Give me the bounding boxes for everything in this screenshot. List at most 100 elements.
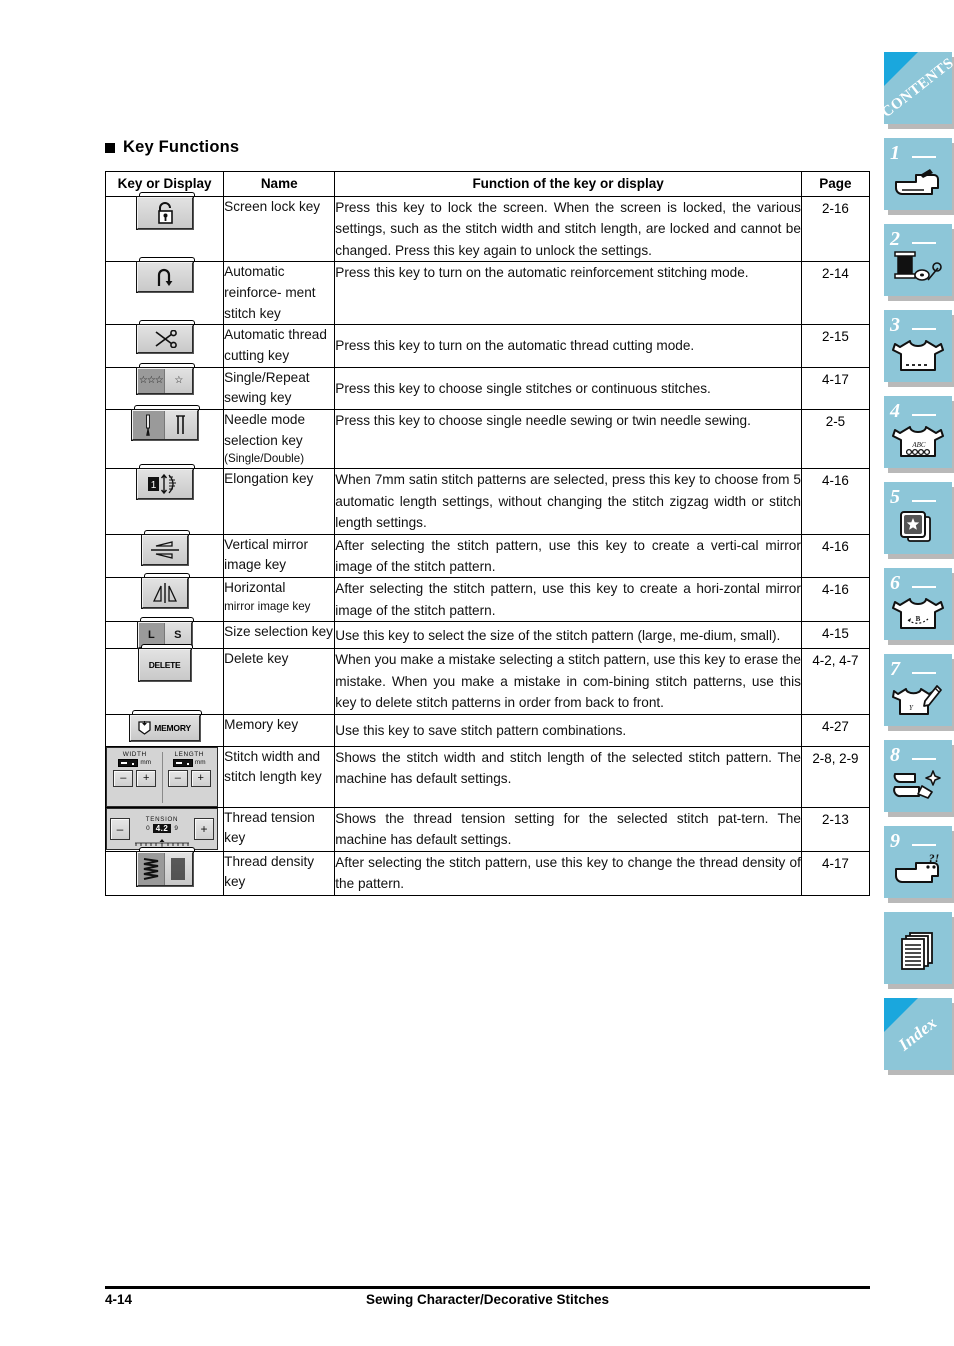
key-page-ref: 2-5 bbox=[800, 408, 871, 470]
width-increase-button: + bbox=[136, 769, 157, 787]
memory-key-icon: MEMORY bbox=[129, 709, 202, 746]
sidebar-tab-chapter-2[interactable]: 2 bbox=[884, 224, 952, 296]
needle-mode-selection-key-icon bbox=[131, 405, 200, 441]
key-page-ref: 4-15 bbox=[800, 621, 871, 650]
sidebar-tab-chapter-9[interactable]: 9 ?! bbox=[884, 826, 952, 898]
embroidery-card-icon bbox=[884, 504, 952, 550]
table-row: Horizontal mirror image key After select… bbox=[104, 573, 871, 623]
svg-text:ABC: ABC bbox=[911, 441, 926, 449]
sidebar-tab-chapter-4[interactable]: 4 ABC bbox=[884, 396, 952, 468]
key-name: Size selection key bbox=[223, 621, 336, 650]
key-name: Thread density key bbox=[223, 850, 336, 896]
key-description: When you make a mistake selecting a stit… bbox=[334, 648, 802, 715]
delete-key-label: DELETE bbox=[148, 660, 181, 671]
padlock-icon bbox=[157, 202, 173, 224]
key-page-ref: 4-16 bbox=[800, 533, 871, 579]
tab-dash-icon bbox=[912, 242, 936, 244]
key-cell: MEMORY bbox=[104, 709, 225, 747]
sidebar-tab-contents-label: CONTENTS bbox=[878, 54, 954, 121]
length-increase-button: + bbox=[190, 769, 211, 787]
sidebar-tab-chapter-8[interactable]: 8 bbox=[884, 740, 952, 812]
key-description: Use this key to select the size of the s… bbox=[334, 621, 802, 650]
key-description: After selecting the stitch pattern, use … bbox=[334, 533, 802, 579]
sidebar-tab-chapter-1[interactable]: 1 bbox=[884, 138, 952, 210]
single-stitch-option: ☆ bbox=[174, 375, 183, 387]
stitch-length-group: LENGTH mm – + bbox=[164, 751, 216, 804]
key-cell: DELETE bbox=[104, 644, 225, 715]
elongation-icon: 1 bbox=[147, 474, 176, 495]
screen-lock-key-icon bbox=[136, 192, 195, 234]
table-row: Screen lock key Press this key to lock t… bbox=[104, 192, 871, 263]
length-unit: mm bbox=[194, 759, 206, 767]
key-name: Screen lock key bbox=[223, 195, 336, 263]
key-name: Horizontal mirror image key bbox=[223, 577, 336, 623]
key-cell bbox=[104, 257, 225, 326]
key-cell: 1 bbox=[104, 464, 225, 535]
svg-text:B: B bbox=[916, 615, 921, 623]
memory-key-label: MEMORY bbox=[154, 722, 191, 733]
single-needle-option bbox=[132, 411, 165, 439]
size-small-label: S bbox=[174, 629, 182, 642]
table-row: Vertical mirror image key After selectin… bbox=[104, 529, 871, 579]
sidebar-tab-index-label: Index bbox=[894, 1012, 941, 1055]
sidebar-tab-index[interactable]: Index bbox=[884, 998, 952, 1070]
size-large-label: L bbox=[147, 629, 155, 642]
single-repeat-sewing-key-icon: ☆☆☆ ☆ bbox=[136, 362, 195, 394]
column-header-function: Function of the key or display bbox=[334, 171, 802, 197]
key-name: Needle mode selection key (Single/Double… bbox=[223, 408, 336, 470]
key-description: After selecting the stitch pattern, use … bbox=[334, 577, 802, 623]
tab-dash-icon bbox=[912, 414, 936, 416]
table-header-row: Key or Display Name Function of the key … bbox=[104, 171, 871, 197]
table-row: Automatic thread cutting key Press this … bbox=[104, 320, 871, 368]
tension-scale bbox=[133, 834, 191, 847]
footer-divider bbox=[105, 1286, 870, 1289]
automatic-reinforcement-stitch-key-icon bbox=[136, 257, 195, 297]
horizontal-mirror-image-key-icon bbox=[141, 573, 190, 613]
horizontal-mirror-icon bbox=[152, 583, 177, 604]
width-readout bbox=[118, 758, 139, 767]
key-cell bbox=[104, 405, 225, 470]
sidebar-tab-chapter-3[interactable]: 3 bbox=[884, 310, 952, 382]
tension-increase-button: + bbox=[194, 817, 214, 840]
vertical-mirror-image-key-icon bbox=[141, 529, 190, 570]
sidebar-tab-appendix[interactable] bbox=[884, 912, 952, 984]
key-name: Delete key bbox=[223, 648, 336, 715]
delete-key-icon: DELETE bbox=[138, 644, 193, 686]
key-name: Elongation key bbox=[223, 468, 336, 535]
key-name: Single/Repeat sewing key bbox=[223, 366, 336, 411]
key-page-ref: 2-14 bbox=[800, 261, 871, 326]
length-label: LENGTH bbox=[174, 750, 205, 758]
coarse-density-option bbox=[137, 852, 165, 885]
sidebar-tab-chapter-7[interactable]: 7 Y bbox=[884, 654, 952, 726]
key-page-ref: 4-17 bbox=[800, 850, 871, 896]
column-header-name: Name bbox=[223, 171, 336, 197]
sidebar-tab-chapter-6[interactable]: 6 B bbox=[884, 568, 952, 640]
sidebar-tab-chapter-5[interactable]: 5 bbox=[884, 482, 952, 554]
table-row: Needle mode selection key (Single/Double… bbox=[104, 405, 871, 470]
key-name: Automatic thread cutting key bbox=[223, 324, 336, 368]
tension-label: TENSION bbox=[145, 816, 179, 824]
tab-dash-icon bbox=[912, 328, 936, 330]
key-description: Use this key to save stitch pattern comb… bbox=[334, 713, 802, 747]
width-unit: mm bbox=[140, 759, 152, 767]
table-row: 1 Elongation key When 7mm satin stitch p… bbox=[104, 464, 871, 535]
table-row: DELETE Delete key When you make a mistak… bbox=[104, 644, 871, 715]
chapter-tabs: CONTENTS 1 2 3 4 ABC 5 6 B 7 Y 8 9 ?! In… bbox=[879, 52, 954, 1084]
stitch-width-group: WIDTH mm – + bbox=[109, 751, 161, 804]
key-name: Memory key bbox=[223, 713, 336, 747]
single-needle-icon bbox=[146, 414, 151, 436]
tab-dash-icon bbox=[912, 672, 936, 674]
tab-dash-icon bbox=[912, 500, 936, 502]
table-row: Automatic reinforce- ment stitch key Pre… bbox=[104, 257, 871, 326]
machine-clean-icon bbox=[884, 762, 952, 808]
key-page-ref: 4-16 bbox=[800, 577, 871, 623]
save-pocket-icon bbox=[138, 721, 151, 736]
key-cell bbox=[104, 529, 225, 579]
tab-dash-icon bbox=[912, 758, 936, 760]
automatic-thread-cutting-key-icon bbox=[136, 320, 195, 358]
sidebar-tab-contents[interactable]: CONTENTS bbox=[879, 52, 954, 124]
square-bullet-icon bbox=[105, 142, 115, 153]
length-readout bbox=[172, 758, 193, 767]
key-description: Press this key to lock the screen. When … bbox=[334, 195, 802, 263]
stitch-width-and-length-key-icon: WIDTH mm – + LENGTH mm – + bbox=[106, 746, 218, 807]
